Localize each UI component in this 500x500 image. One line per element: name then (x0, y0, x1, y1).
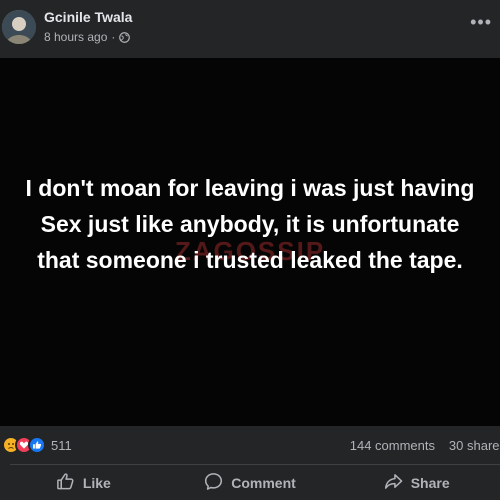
meta-separator: · (111, 30, 116, 44)
post-header: Gcinile Twala 8 hours ago · ••• (0, 0, 500, 58)
thumbs-up-icon (56, 472, 75, 494)
more-options-button[interactable]: ••• (470, 12, 492, 33)
share-label: Share (410, 475, 450, 491)
comments-count[interactable]: 144 comments (350, 438, 435, 453)
reactions-count[interactable]: 511 (51, 438, 72, 453)
post-stats: 511 144 comments 30 shares (0, 426, 500, 464)
share-button[interactable]: Share (333, 466, 500, 500)
reactions-summary[interactable]: 511 (2, 436, 72, 454)
share-arrow-icon (384, 472, 403, 494)
like-label: Like (82, 475, 111, 491)
post-actions: Like Comment Share (0, 466, 500, 500)
divider (10, 464, 500, 465)
post-meta: 8 hours ago · (44, 30, 131, 44)
post-image[interactable]: ZAGOSSIP I don't moan for leaving i was … (0, 58, 500, 426)
like-button[interactable]: Like (0, 466, 167, 500)
post-time[interactable]: 8 hours ago (44, 30, 107, 44)
shares-count[interactable]: 30 shares (449, 438, 500, 453)
comment-button[interactable]: Comment (167, 466, 334, 500)
author-name[interactable]: Gcinile Twala (44, 9, 132, 25)
post-text: I don't moan for leaving i was just havi… (25, 175, 475, 273)
comment-bubble-icon (204, 472, 223, 494)
globe-icon (119, 31, 131, 43)
author-avatar[interactable] (2, 10, 36, 44)
comment-label: Comment (231, 475, 296, 491)
like-icon (28, 436, 46, 454)
